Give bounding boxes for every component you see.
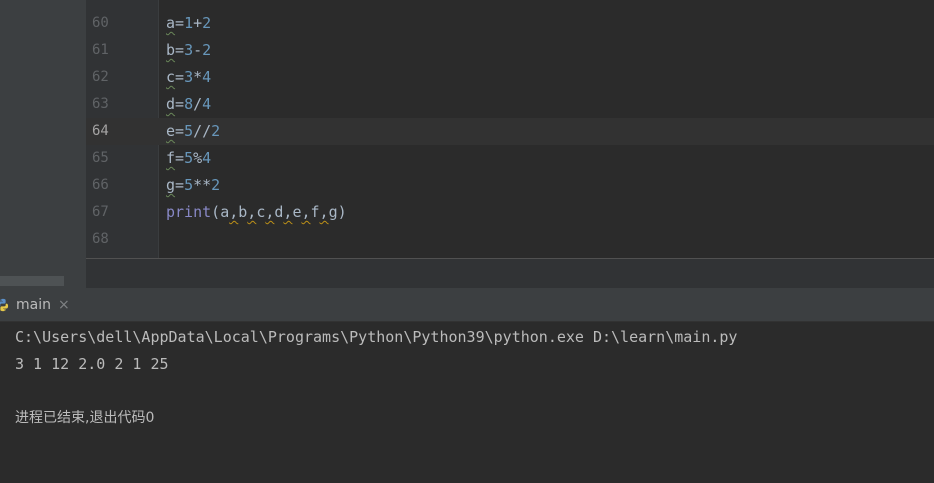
variable-name: e — [166, 122, 176, 140]
line-number: 64 — [92, 123, 109, 139]
run-tool-window-tabbar: main × — [0, 288, 934, 322]
operator: = — [175, 122, 185, 140]
argument: c — [256, 203, 266, 221]
builtin-function: print — [166, 203, 212, 221]
line-number: 62 — [92, 69, 109, 85]
operator: - — [193, 41, 203, 59]
console-output-line: 3 1 12 2.0 2 1 25 — [15, 355, 169, 373]
operator: = — [175, 149, 185, 167]
number-literal: 3 — [184, 41, 194, 59]
comma-warning: , — [319, 203, 329, 221]
number-literal: 4 — [202, 95, 212, 113]
number-literal: 3 — [184, 68, 194, 86]
code-text[interactable]: a=1+2 — [166, 10, 211, 37]
operator: + — [193, 14, 203, 32]
argument: f — [310, 203, 320, 221]
code-line[interactable]: 66 g=5**2 — [86, 172, 934, 199]
code-text[interactable]: g=5**2 — [166, 172, 220, 199]
line-number: 68 — [92, 231, 109, 247]
close-icon[interactable]: × — [58, 297, 70, 313]
variable-name: a — [166, 14, 176, 32]
code-line[interactable]: 64 e=5//2 — [86, 118, 934, 145]
line-number: 67 — [92, 204, 109, 220]
variable-name: d — [166, 95, 176, 113]
comma-warning: , — [229, 203, 239, 221]
line-number: 66 — [92, 177, 109, 193]
argument: g — [328, 203, 338, 221]
horizontal-scrollbar[interactable] — [0, 276, 64, 286]
paren: ( — [211, 203, 221, 221]
left-tool-strip — [0, 0, 86, 288]
comma-warning: , — [301, 203, 311, 221]
code-line[interactable]: 62 c=3*4 — [86, 64, 934, 91]
number-literal: 2 — [202, 41, 212, 59]
argument: b — [238, 203, 248, 221]
python-icon — [0, 298, 9, 312]
code-line[interactable]: 61 b=3-2 — [86, 37, 934, 64]
paren: ) — [337, 203, 347, 221]
code-text[interactable]: d=8/4 — [166, 91, 211, 118]
line-number: 63 — [92, 96, 109, 112]
code-line[interactable]: 65 f=5%4 — [86, 145, 934, 172]
operator: = — [175, 176, 185, 194]
number-literal: 2 — [211, 122, 221, 140]
variable-name: g — [166, 176, 176, 194]
number-literal: 5 — [184, 176, 194, 194]
run-console[interactable]: C:\Users\dell\AppData\Local\Programs\Pyt… — [0, 322, 934, 483]
code-line[interactable]: 63 d=8/4 — [86, 91, 934, 118]
code-text[interactable]: b=3-2 — [166, 37, 211, 64]
variable-name: c — [166, 68, 176, 86]
comma-warning: , — [247, 203, 257, 221]
code-line[interactable]: 67 print(a,b,c,d,e,f,g) — [86, 199, 934, 226]
operator: = — [175, 95, 185, 113]
line-number: 65 — [92, 150, 109, 166]
code-text[interactable]: f=5%4 — [166, 145, 211, 172]
operator: % — [193, 149, 203, 167]
run-tab-main[interactable]: main × — [0, 288, 70, 322]
number-literal: 2 — [211, 176, 221, 194]
number-literal: 8 — [184, 95, 194, 113]
operator: ** — [193, 176, 212, 194]
code-editor[interactable]: 60 a=1+2 61 b=3-2 62 c=3*4 63 d=8/4 64 e=5//2 65 f=… — [86, 0, 934, 258]
number-literal: 4 — [202, 149, 212, 167]
operator: / — [193, 95, 203, 113]
variable-name: f — [166, 149, 176, 167]
line-number: 60 — [92, 15, 109, 31]
code-text[interactable]: c=3*4 — [166, 64, 211, 91]
operator: * — [193, 68, 203, 86]
console-command-line: C:\Users\dell\AppData\Local\Programs\Pyt… — [15, 328, 738, 346]
number-literal: 2 — [202, 14, 212, 32]
number-literal: 4 — [202, 68, 212, 86]
operator: = — [175, 68, 185, 86]
argument: a — [220, 203, 230, 221]
operator: // — [193, 122, 212, 140]
code-text[interactable]: e=5//2 — [166, 118, 220, 145]
console-exit-message: 进程已结束,退出代码0 — [15, 410, 155, 426]
number-literal: 1 — [184, 14, 194, 32]
line-number: 61 — [92, 42, 109, 58]
number-literal: 5 — [184, 149, 194, 167]
run-tab-label: main — [16, 297, 51, 313]
code-line[interactable]: 60 a=1+2 — [86, 10, 934, 37]
editor-bottom-bar — [86, 258, 934, 288]
code-line[interactable]: 68 — [86, 226, 934, 253]
operator: = — [175, 14, 185, 32]
operator: = — [175, 41, 185, 59]
number-literal: 5 — [184, 122, 194, 140]
code-text[interactable]: print(a,b,c,d,e,f,g) — [166, 199, 347, 226]
variable-name: b — [166, 41, 176, 59]
